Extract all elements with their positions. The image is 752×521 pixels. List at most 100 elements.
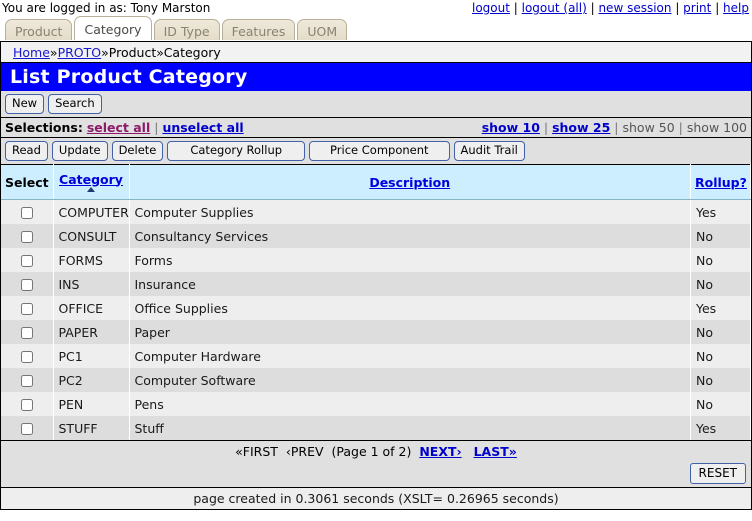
tab-id-type[interactable]: ID Type	[154, 19, 220, 40]
breadcrumb-item-proto[interactable]: PROTO	[58, 45, 102, 60]
cell-description: Computer Hardware	[129, 344, 691, 368]
show-10-link[interactable]: show 10	[482, 120, 540, 135]
column-header-category-label[interactable]: Category	[59, 172, 123, 187]
row-checkbox[interactable]	[21, 231, 33, 243]
table-row[interactable]: PENPensNo	[1, 392, 751, 416]
logout-link[interactable]: logout	[472, 1, 510, 15]
breadcrumb-item-product: Product	[109, 45, 156, 60]
table-row[interactable]: PC2Computer SoftwareNo	[1, 368, 751, 392]
category-rollup-button[interactable]: Category Rollup	[167, 141, 305, 161]
price-component-button[interactable]: Price Component	[309, 141, 449, 161]
table-row[interactable]: PC1Computer HardwareNo	[1, 344, 751, 368]
tab-product[interactable]: Product	[5, 19, 72, 40]
cell-rollup: No	[691, 344, 751, 368]
column-header-rollup-label[interactable]: Rollup?	[695, 175, 747, 190]
cell-rollup: No	[691, 272, 751, 296]
row-checkbox[interactable]	[21, 375, 33, 387]
row-select-cell[interactable]	[1, 368, 53, 392]
cell-description: Forms	[129, 248, 691, 272]
row-checkbox[interactable]	[21, 327, 33, 339]
row-checkbox[interactable]	[21, 423, 33, 435]
tab-category[interactable]: Category	[74, 16, 151, 40]
selections-label: Selections:	[5, 120, 83, 135]
show-100-label[interactable]: show 100	[687, 120, 747, 135]
table-row[interactable]: PAPERPaperNo	[1, 320, 751, 344]
top-status-bar: You are logged in as: Tony Marston logou…	[0, 0, 752, 16]
select-all-link[interactable]: select all	[87, 120, 150, 135]
reset-bar: RESET	[1, 461, 751, 487]
new-button[interactable]: New	[5, 94, 44, 114]
delete-button[interactable]: Delete	[112, 141, 164, 161]
row-select-cell[interactable]	[1, 296, 53, 320]
row-checkbox[interactable]	[21, 279, 33, 291]
row-select-cell[interactable]	[1, 392, 53, 416]
table-row[interactable]: OFFICEOffice SuppliesYes	[1, 296, 751, 320]
table-row[interactable]: INSInsuranceNo	[1, 272, 751, 296]
table-header-row: Select Category Description Rollup?	[1, 165, 751, 200]
cell-rollup: No	[691, 368, 751, 392]
column-header-description[interactable]: Description	[129, 165, 691, 200]
selections-bar: Selections: select all | unselect all sh…	[1, 117, 751, 137]
column-header-select: Select	[1, 165, 53, 200]
column-header-category[interactable]: Category	[53, 165, 129, 200]
column-header-description-label[interactable]: Description	[369, 175, 450, 190]
cell-rollup: Yes	[691, 296, 751, 320]
row-select-cell[interactable]	[1, 272, 53, 296]
update-button[interactable]: Update	[52, 141, 108, 161]
breadcrumb-item-home[interactable]: Home	[13, 45, 50, 60]
cell-category: PEN	[53, 392, 129, 416]
cell-category: CONSULT	[53, 224, 129, 248]
pagination-first: «FIRST	[235, 444, 278, 459]
row-checkbox[interactable]	[21, 255, 33, 267]
row-select-cell[interactable]	[1, 248, 53, 272]
cell-description: Paper	[129, 320, 691, 344]
pagination-last-link[interactable]: LAST»	[474, 444, 517, 459]
reset-button[interactable]: RESET	[690, 463, 746, 484]
row-checkbox[interactable]	[21, 207, 33, 219]
breadcrumb-separator: »	[156, 45, 163, 60]
selections-separator: |	[154, 120, 158, 135]
main-panel: List Product Category NewSearch Selectio…	[0, 62, 752, 510]
column-header-rollup[interactable]: Rollup?	[691, 165, 751, 200]
logout-all-link[interactable]: logout (all)	[522, 1, 587, 15]
row-select-cell[interactable]	[1, 320, 53, 344]
tab-features[interactable]: Features	[222, 19, 296, 40]
cell-rollup: No	[691, 392, 751, 416]
table-row[interactable]: CONSULTConsultancy ServicesNo	[1, 224, 751, 248]
table-body: COMPUTERComputer SuppliesYes CONSULTCons…	[1, 200, 751, 441]
show-50-label[interactable]: show 50	[623, 120, 675, 135]
new-session-link[interactable]: new session	[598, 1, 671, 15]
row-checkbox[interactable]	[21, 303, 33, 315]
search-button[interactable]: Search	[48, 94, 102, 114]
row-checkbox[interactable]	[21, 351, 33, 363]
cell-category: PC1	[53, 344, 129, 368]
table-row[interactable]: STUFFStuffYes	[1, 416, 751, 440]
row-select-cell[interactable]	[1, 344, 53, 368]
pagination-page-indicator: (Page 1 of 2)	[332, 444, 412, 459]
cell-category: FORMS	[53, 248, 129, 272]
pagination-next-link[interactable]: NEXT›	[419, 444, 461, 459]
table-row[interactable]: COMPUTERComputer SuppliesYes	[1, 200, 751, 225]
cell-description: Insurance	[129, 272, 691, 296]
row-select-cell[interactable]	[1, 200, 53, 225]
cell-category: COMPUTER	[53, 200, 129, 225]
link-separator: |	[587, 1, 599, 15]
row-select-cell[interactable]	[1, 224, 53, 248]
audit-trail-button[interactable]: Audit Trail	[454, 141, 525, 161]
row-checkbox[interactable]	[21, 399, 33, 411]
sort-link-category[interactable]: Category	[58, 173, 125, 192]
logged-in-as-text: You are logged in as: Tony Marston	[2, 1, 210, 15]
unselect-all-link[interactable]: unselect all	[162, 120, 243, 135]
tab-uom[interactable]: UOM	[297, 19, 347, 40]
link-separator: |	[711, 1, 723, 15]
help-link[interactable]: help	[723, 1, 749, 15]
link-separator: |	[510, 1, 522, 15]
print-link[interactable]: print	[683, 1, 711, 15]
action-toolbar: ReadUpdateDeleteCategory RollupPrice Com…	[1, 137, 751, 164]
row-select-cell[interactable]	[1, 416, 53, 440]
table-row[interactable]: FORMSFormsNo	[1, 248, 751, 272]
pagination-prev: ‹PREV	[286, 444, 324, 459]
show-25-link[interactable]: show 25	[552, 120, 610, 135]
read-button[interactable]: Read	[5, 141, 48, 161]
show-separator: |	[540, 120, 552, 135]
